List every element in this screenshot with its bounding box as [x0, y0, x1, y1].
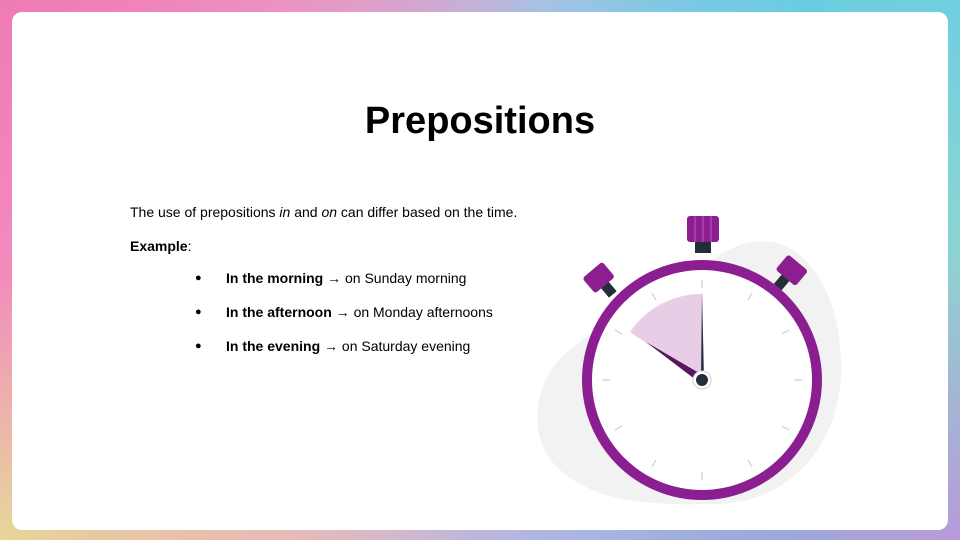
bullet-icon: ● — [195, 340, 202, 352]
stopwatch-icon — [537, 216, 842, 505]
item-arrow: → — [323, 270, 345, 286]
example-heading: Example: — [130, 238, 191, 254]
item-term: In the afternoon — [226, 304, 332, 320]
slide-card: Prepositions The use of prepositions in … — [12, 12, 948, 530]
intro-after: can differ based on the time. — [337, 204, 518, 220]
item-rest: on Saturday evening — [341, 338, 471, 354]
slide-title: Prepositions — [364, 100, 596, 142]
item-rest: on Monday afternoons — [353, 304, 493, 320]
example-list: ● In the morning → on Sunday morning ● In … — [195, 270, 493, 372]
intro-middle: and — [290, 204, 322, 220]
item-arrow: → — [331, 304, 354, 320]
item-term: In the evening — [226, 338, 321, 354]
item-arrow: → — [320, 338, 342, 354]
bullet-icon: ● — [195, 306, 202, 318]
intro-word-on: on — [321, 204, 338, 220]
list-item: ● In the afternoon → on Monday afternoons — [195, 304, 493, 338]
item-term: In the morning — [226, 270, 324, 286]
list-item: ● In the morning → on Sunday morning — [195, 270, 493, 304]
bullet-icon: ● — [195, 272, 202, 284]
example-label: Example — [130, 238, 188, 254]
intro-text: The use of prepositions in and on can di… — [130, 204, 517, 220]
example-colon: : — [187, 238, 192, 254]
intro-word-in: in — [279, 204, 291, 220]
list-item: ● In the evening → on Saturday evening — [195, 338, 493, 372]
item-rest: on Sunday morning — [345, 270, 467, 286]
intro-before: The use of prepositions — [130, 204, 280, 220]
